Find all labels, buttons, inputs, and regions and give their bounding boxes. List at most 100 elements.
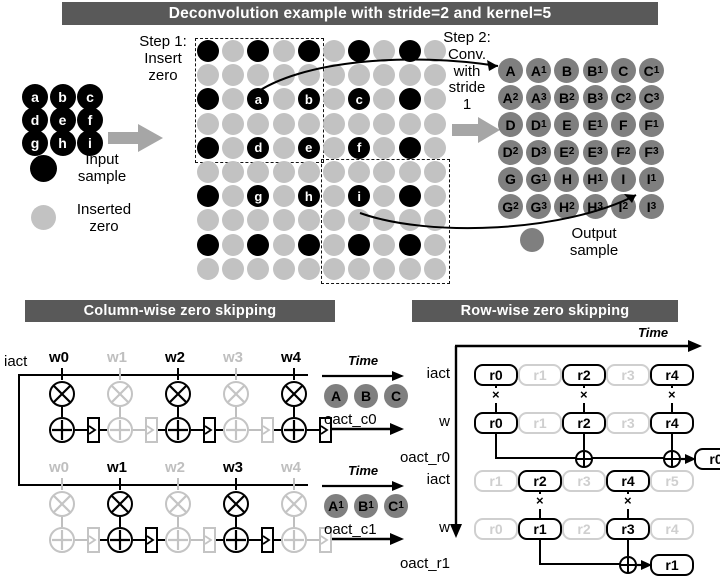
- reg-to-add-wire: [216, 429, 223, 432]
- multiplier-cross: [285, 495, 303, 513]
- mult-to-add-wire: [61, 407, 64, 417]
- iact-cell: r3: [606, 364, 650, 386]
- reg-to-add-wire: [158, 429, 165, 432]
- accum-bus-wire: [539, 563, 629, 566]
- w-row-label: w: [439, 413, 450, 430]
- accum-drop-wire: [539, 540, 542, 564]
- iact-cell: r3: [562, 470, 606, 492]
- weight-cell: r1: [518, 518, 562, 540]
- weight-label: w4: [281, 459, 302, 476]
- output-sample-dot: A: [324, 384, 348, 408]
- mult-to-add-wire: [293, 517, 296, 527]
- adder-plus: [284, 530, 304, 550]
- weight-cell: r0: [474, 412, 518, 434]
- reg-to-add-wire: [100, 429, 107, 432]
- adder-feed-wire: [583, 434, 586, 450]
- multiplier-cross: [53, 385, 71, 403]
- multiplier-cross: [111, 385, 129, 403]
- adder-plus: [168, 530, 188, 550]
- adder-plus: [110, 530, 130, 550]
- weight-cell: r3: [606, 412, 650, 434]
- register-clock-triangle: [204, 425, 213, 435]
- reg-to-add-wire: [274, 429, 281, 432]
- add-to-reg-wire: [133, 429, 145, 432]
- adder-plus: [52, 530, 72, 550]
- iact-cell: r2: [518, 470, 562, 492]
- multiplier-cross: [169, 385, 187, 403]
- result-cell: r0: [694, 448, 720, 470]
- weight-wire: [61, 478, 64, 490]
- multiplier-cross: [53, 495, 71, 513]
- weight-label: w3: [223, 349, 244, 366]
- weight-wire: [119, 478, 122, 490]
- weight-cell: r0: [474, 518, 518, 540]
- weight-cell: r3: [606, 518, 650, 540]
- column-wise-diagram: iact w0 w1 w2 w3 w4 Time A B C oact_c0 w…: [0, 322, 408, 553]
- register-clock-triangle: [262, 425, 271, 435]
- add-to-reg-wire: [191, 539, 203, 542]
- weight-label: w1: [107, 459, 128, 476]
- weight-cell: r4: [650, 412, 694, 434]
- iact-cell: r2: [562, 364, 606, 386]
- iact-cell: r0: [474, 364, 518, 386]
- multiplier-cross: [111, 495, 129, 513]
- multiply-cross-icon: ×: [623, 493, 633, 509]
- row-wise-diagram: Time iact w oact_r0 r0 r1 r2 r3 r4 r0 r1 r2 r3 r4 × × ×…: [370, 322, 720, 576]
- adder-plus: [226, 530, 246, 550]
- multiply-cross-icon: ×: [579, 387, 589, 403]
- weight-label: w0: [49, 459, 70, 476]
- adder-plus: [577, 452, 591, 466]
- adder-feed-wire: [627, 540, 630, 556]
- weight-wire: [177, 478, 180, 490]
- add-to-reg-wire: [75, 539, 87, 542]
- weight-wire: [235, 368, 238, 380]
- multiply-cross-icon: ×: [491, 387, 501, 403]
- weight-cell: r4: [650, 518, 694, 540]
- iact-label: iact: [4, 353, 28, 370]
- add-to-reg-wire: [307, 539, 319, 542]
- weight-wire: [293, 478, 296, 490]
- multiplier-cross: [169, 495, 187, 513]
- reg-to-add-wire: [274, 539, 281, 542]
- adder-plus: [110, 420, 130, 440]
- mult-to-add-wire: [235, 517, 238, 527]
- reg-to-add-wire: [216, 539, 223, 542]
- weight-label: w4: [281, 349, 302, 366]
- weight-cell: r1: [518, 412, 562, 434]
- multiply-cross-icon: ×: [667, 387, 677, 403]
- add-to-reg-wire: [191, 429, 203, 432]
- add-to-reg-wire: [75, 429, 87, 432]
- mult-to-add-wire: [177, 517, 180, 527]
- w-row-label: w: [439, 519, 450, 536]
- weight-wire: [293, 368, 296, 380]
- iact-cell: r1: [474, 470, 518, 492]
- multiplier-cross: [227, 495, 245, 513]
- mult-to-add-wire: [235, 407, 238, 417]
- add-to-reg-wire: [307, 429, 319, 432]
- reg-to-add-wire: [100, 539, 107, 542]
- column-wise-title-banner: Column-wise zero skipping: [25, 300, 335, 322]
- iact-cell: r1: [518, 364, 562, 386]
- add-to-reg-wire: [249, 539, 261, 542]
- weight-wire: [61, 368, 64, 380]
- mult-to-add-wire: [177, 407, 180, 417]
- register-clock-triangle: [146, 425, 155, 435]
- weight-label: w3: [223, 459, 244, 476]
- register-clock-triangle: [262, 535, 271, 545]
- multiplier-cross: [227, 385, 245, 403]
- adder-feed-wire: [671, 434, 674, 450]
- adder-plus: [665, 452, 679, 466]
- accum-drop-wire: [495, 434, 498, 458]
- reg-to-add-wire: [158, 539, 165, 542]
- output-sample-dot: A1: [324, 494, 348, 518]
- iact-cell: r4: [606, 470, 650, 492]
- weight-wire: [177, 368, 180, 380]
- register-clock-triangle: [88, 535, 97, 545]
- mult-to-add-wire: [119, 517, 122, 527]
- row-wise-title-banner: Row-wise zero skipping: [412, 300, 678, 322]
- result-cell: r1: [650, 554, 694, 576]
- column-wise-title: Column-wise zero skipping: [83, 303, 277, 319]
- add-to-reg-wire: [249, 429, 261, 432]
- iact-row-label: iact: [426, 365, 450, 382]
- multiplier-cross: [285, 385, 303, 403]
